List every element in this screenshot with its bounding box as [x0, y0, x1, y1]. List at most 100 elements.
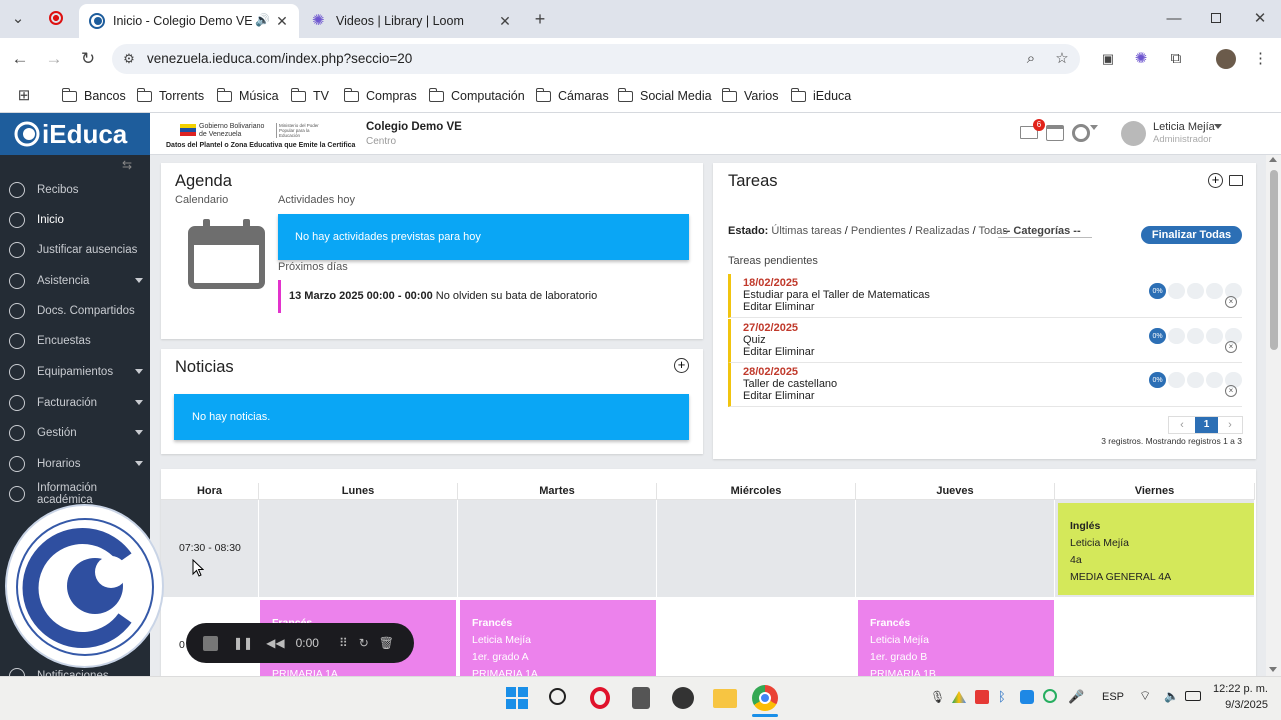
expand-caret-icon[interactable]: [135, 461, 143, 466]
clock-date[interactable]: 9/3/2025: [1206, 699, 1268, 711]
next-event[interactable]: 13 Marzo 2025 00:00 - 00:00 No olviden s…: [289, 290, 597, 302]
sidebar-item-horarios[interactable]: Horarios: [0, 454, 150, 474]
progress-option[interactable]: [1168, 328, 1185, 344]
expand-caret-icon[interactable]: [135, 278, 143, 283]
task-item[interactable]: 18/02/2025 Estudiar para el Taller de Mat…: [728, 274, 1242, 318]
progress-option[interactable]: [1206, 283, 1223, 299]
progress-option[interactable]: [1168, 372, 1185, 388]
help-dropdown-icon[interactable]: [1090, 125, 1098, 130]
bluetooth-icon[interactable]: ᛒ: [998, 689, 1006, 704]
user-avatar[interactable]: [1121, 121, 1146, 146]
edit-task-link[interactable]: Editar: [743, 390, 772, 402]
chrome-icon[interactable]: [752, 685, 778, 711]
sidebar-toggle-icon[interactable]: ⇆: [122, 158, 132, 172]
bookmark-compras[interactable]: Compras: [343, 86, 417, 106]
prev-page-icon[interactable]: ‹: [1169, 417, 1195, 433]
pause-icon[interactable]: ❚❚: [233, 636, 253, 650]
progress-option[interactable]: [1206, 372, 1223, 388]
sidebar-item-gestión[interactable]: Gestión: [0, 423, 150, 443]
add-news-icon[interactable]: +: [674, 358, 689, 373]
language-indicator[interactable]: ESP: [1102, 691, 1124, 703]
finish-all-button[interactable]: Finalizar Todas: [1141, 226, 1242, 244]
zoom-search-icon[interactable]: ⌕: [1021, 49, 1041, 69]
scroll-down-icon[interactable]: [1269, 667, 1277, 672]
restart-icon[interactable]: ↻: [359, 636, 369, 650]
next-page-icon[interactable]: ›: [1218, 417, 1242, 433]
add-task-icon[interactable]: +: [1208, 173, 1223, 188]
new-tab-icon[interactable]: +: [530, 9, 550, 29]
bookmark-tv[interactable]: TV: [290, 86, 329, 106]
scrollbar-thumb[interactable]: [1270, 170, 1278, 350]
sidebar-item-inicio[interactable]: Inicio: [0, 210, 150, 230]
page-1[interactable]: 1: [1195, 417, 1218, 433]
opera-icon[interactable]: [590, 687, 610, 709]
delete-task-link[interactable]: Eliminar: [775, 346, 815, 358]
speaker-tray-icon[interactable]: 🔈: [1164, 689, 1179, 703]
class-event-frances-jueves[interactable]: Francés Leticia Mejía 1er. grado B PRIMA…: [858, 600, 1054, 680]
drag-grid-icon[interactable]: ⠿: [339, 636, 348, 650]
categories-select[interactable]: -- Categorías --: [998, 225, 1092, 238]
sidebar-item-equipamientos[interactable]: Equipamientos: [0, 362, 150, 382]
forward-icon[interactable]: →: [44, 49, 64, 69]
expand-caret-icon[interactable]: [135, 369, 143, 374]
ieduca-logo[interactable]: iEduca: [0, 113, 150, 155]
speedometer-icon[interactable]: [672, 687, 694, 709]
bookmark-ieduca[interactable]: iEduca: [790, 86, 851, 106]
sidebar-item-encuestas[interactable]: Encuestas: [0, 331, 150, 351]
thursday-cell[interactable]: [856, 500, 1055, 597]
menu-kebab-icon[interactable]: ⋮: [1253, 49, 1268, 69]
expand-caret-icon[interactable]: [135, 430, 143, 435]
extensions-icon[interactable]: ⧉: [1166, 49, 1186, 69]
wifi-icon[interactable]: ⌔: [1139, 688, 1151, 704]
edit-task-link[interactable]: Editar: [743, 346, 772, 358]
bookmark-bancos[interactable]: Bancos: [61, 86, 126, 106]
clock-time[interactable]: 12:22 p. m.: [1206, 683, 1268, 695]
progress-option[interactable]: [1187, 283, 1204, 299]
delete-task-link[interactable]: Eliminar: [775, 390, 815, 402]
remove-task-icon[interactable]: ×: [1225, 341, 1237, 353]
search-icon[interactable]: [549, 688, 566, 705]
progress-0[interactable]: 0%: [1149, 372, 1166, 388]
calculator-icon[interactable]: [632, 687, 650, 709]
bookmark-varios[interactable]: Varios: [721, 86, 779, 106]
progress-option[interactable]: [1187, 372, 1204, 388]
calendar-icon[interactable]: [188, 217, 265, 289]
rewind-icon[interactable]: ◀◀: [266, 636, 284, 650]
edit-task-link[interactable]: Editar: [743, 301, 772, 313]
close-tab-icon[interactable]: ✕: [273, 13, 291, 30]
progress-option[interactable]: [1187, 328, 1204, 344]
bookmark-torrents[interactable]: Torrents: [136, 86, 204, 106]
battery-icon[interactable]: [1185, 691, 1201, 701]
microphone-tray-icon[interactable]: 🎤: [1068, 689, 1084, 705]
url-text[interactable]: venezuela.ieduca.com/index.php?seccio=20: [147, 51, 412, 66]
sidebar-item-justificar-ausencias[interactable]: Justificar ausencias: [0, 240, 150, 260]
bookmark-musica[interactable]: Música: [216, 86, 279, 106]
loom-extension-icon[interactable]: ✺: [1131, 49, 1151, 69]
start-windows-icon[interactable]: [506, 687, 528, 709]
progress-option[interactable]: [1206, 328, 1223, 344]
stop-recording-button[interactable]: [203, 635, 218, 651]
close-tab-icon[interactable]: ✕: [496, 13, 514, 30]
user-name[interactable]: Leticia Mejía: [1153, 121, 1215, 133]
tab-inicio[interactable]: Inicio - Colegio Demo VE 🔊 ✕: [79, 4, 299, 38]
remove-task-icon[interactable]: ×: [1225, 385, 1237, 397]
progress-0[interactable]: 0%: [1149, 283, 1166, 299]
tuesday-cell[interactable]: [458, 500, 657, 597]
class-event-frances-martes[interactable]: Francés Leticia Mejía 1er. grado A PRIMA…: [460, 600, 656, 680]
sync-icon[interactable]: [1043, 689, 1057, 703]
progress-0[interactable]: 0%: [1149, 328, 1166, 344]
speaker-icon[interactable]: 🔊: [255, 13, 270, 27]
file-explorer-icon[interactable]: [713, 689, 737, 708]
filter-latest[interactable]: Últimas tareas: [771, 225, 841, 237]
anydesk-icon[interactable]: [975, 690, 989, 704]
sidebar-item-asistencia[interactable]: Asistencia: [0, 271, 150, 291]
bookmark-star-icon[interactable]: ☆: [1052, 49, 1072, 69]
sidebar-item-información-académica[interactable]: Información académica: [0, 482, 150, 506]
loom-camera-bubble[interactable]: [5, 504, 164, 668]
tab-loom[interactable]: ✺ Videos | Library | Loom ✕: [302, 4, 522, 38]
record-icon[interactable]: [49, 11, 63, 25]
back-icon[interactable]: ←: [10, 49, 30, 69]
sidebar-item-docs-compartidos[interactable]: Docs. Compartidos: [0, 301, 150, 321]
calendar-header-icon[interactable]: [1046, 125, 1064, 141]
expand-caret-icon[interactable]: [135, 400, 143, 405]
